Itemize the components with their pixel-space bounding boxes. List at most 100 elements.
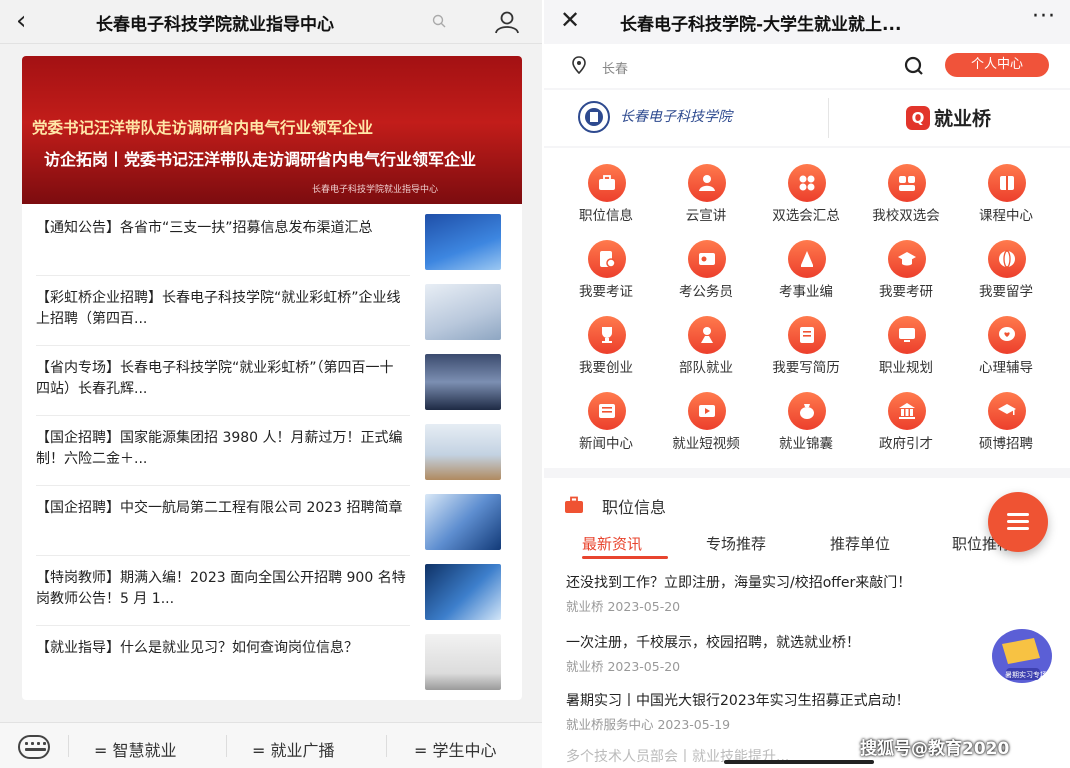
video-icon	[688, 392, 726, 430]
banner-source: 长春电子科技学院就业指导中心	[312, 185, 439, 195]
grid-item-study-abroad[interactable]: 我要留学	[956, 226, 1056, 302]
monitor-icon	[888, 316, 926, 354]
tab-latest-news[interactable]: 最新资讯	[582, 533, 642, 554]
grid-label: 课程中心	[979, 208, 1033, 224]
grid-item-career-plan[interactable]: 职业规划	[856, 302, 956, 378]
briefcase-icon	[588, 164, 626, 202]
people-icon	[888, 164, 926, 202]
book-icon	[988, 164, 1026, 202]
hero-banner[interactable]: 党委书记汪洋带队走访调研省内电气行业领军企业 访企拓岗丨党委书记汪洋带队走访调研…	[22, 56, 522, 204]
left-panel: ‹ 长春电子科技学院就业指导中心 党委书记汪洋带队走访调研省内电气行业领军企业 …	[0, 0, 542, 768]
grid-item-resume[interactable]: 我要写简历	[756, 302, 856, 378]
certificate-icon	[588, 240, 626, 278]
grid-item-government-talent[interactable]: 政府引才	[856, 378, 956, 454]
nav-item-smart-employment[interactable]: = 智慧就业	[94, 737, 177, 761]
school-logo: 长春电子科技学院	[574, 100, 824, 134]
briefcase-icon	[564, 496, 584, 514]
list-item[interactable]: 【就业指导】什么是就业见习？如何查询岗位信息？	[22, 628, 522, 696]
list-item[interactable]: 还没找到工作？立即注册，海量实习/校招offer来敲门！ 就业桥 2023-05…	[544, 570, 1070, 626]
divider	[36, 415, 410, 416]
home-indicator	[724, 760, 874, 764]
close-icon[interactable]: ✕	[560, 6, 580, 34]
grid-label: 考事业编	[779, 284, 833, 300]
divider	[386, 735, 387, 757]
news-card: 党委书记汪洋带队走访调研省内电气行业领军企业 访企拓岗丨党委书记汪洋带队走访调研…	[22, 56, 522, 700]
location-pin-icon[interactable]	[572, 56, 586, 75]
grid-item-news-center[interactable]: 新闻中心	[556, 378, 656, 454]
news-title: 【就业指导】什么是就业见习？如何查询岗位信息？	[36, 640, 358, 656]
page-title: 长春电子科技学院就业指导中心	[96, 15, 334, 35]
grid-item-tips[interactable]: 就业锦囊	[756, 378, 856, 454]
right-title-bar: ✕ 长春电子科技学院-大学生就业就上... ···	[544, 0, 1070, 44]
grid-item-entrepreneurship[interactable]: 我要创业	[556, 302, 656, 378]
school-emblem-icon	[578, 101, 610, 133]
grid-item-job-info[interactable]: 职位信息	[556, 150, 656, 226]
list-item[interactable]: 【国企招聘】国家能源集团招 3980 人！月薪过万！正式编制！六险二金＋...	[22, 418, 522, 486]
grid-item-counseling[interactable]: 心理辅导	[956, 302, 1056, 378]
personal-center-button[interactable]: 个人中心	[945, 53, 1049, 77]
search-icon[interactable]	[904, 56, 924, 76]
item-title: 一次注册，千校展示，校园招聘，就选就业桥！	[566, 635, 860, 651]
grid-label: 我要创业	[579, 360, 633, 376]
grid-item-military[interactable]: 部队就业	[656, 302, 756, 378]
list-item[interactable]: 【特岗教师】期满入编！2023 面向全国公开招聘 900 名特岗教师公告！5 月…	[22, 558, 522, 626]
grid-item-certificate[interactable]: 我要考证	[556, 226, 656, 302]
left-title-bar: ‹ 长春电子科技学院就业指导中心	[0, 0, 542, 44]
grid-label: 双选会汇总	[772, 208, 840, 224]
screenshot: ‹ 长春电子科技学院就业指导中心 党委书记汪洋带队走访调研省内电气行业领军企业 …	[0, 0, 1070, 768]
search-icon[interactable]	[432, 14, 446, 32]
grid-label: 我要留学	[979, 284, 1033, 300]
grid-item-public-institution[interactable]: 考事业编	[756, 226, 856, 302]
news-title: 【特岗教师】期满入编！2023 面向全国公开招聘 900 名特岗教师公告！5 月…	[36, 570, 406, 607]
grid-label: 我要写简历	[772, 360, 840, 376]
bag-icon	[788, 392, 826, 430]
grid-label: 新闻中心	[579, 436, 633, 452]
news-title: 【省内专场】长春电子科技学院“就业彩虹桥”（第四百一十四站）长春孔辉...	[36, 360, 394, 397]
doctor-cap-icon	[988, 392, 1026, 430]
item-title: 暑期实习丨中国光大银行2023年实习生招募正式启动！	[566, 693, 910, 709]
nav-item-student-center[interactable]: = 学生中心	[414, 737, 497, 761]
grid-item-postgraduate[interactable]: 我要考研	[856, 226, 956, 302]
grid-label: 考公务员	[679, 284, 733, 300]
tab-special-recommend[interactable]: 专场推荐	[706, 533, 766, 554]
more-icon[interactable]: ···	[1032, 4, 1056, 29]
nav-item-broadcast[interactable]: = 就业广播	[252, 737, 335, 761]
list-item[interactable]: 【彩虹桥企业招聘】长春电子科技学院“就业彩虹桥”企业线上招聘（第四百...	[22, 278, 522, 346]
right-panel: ✕ 长春电子科技学院-大学生就业就上... ··· 长春 个人中心 长春电子科技…	[544, 0, 1070, 768]
summer-internship-badge[interactable]: 暑期实习专场	[988, 624, 1056, 686]
divider	[828, 98, 829, 138]
menu-fab-button[interactable]	[988, 492, 1048, 552]
grid-item-phd-recruit[interactable]: 硕博招聘	[956, 378, 1056, 454]
divider	[36, 485, 410, 486]
news-thumbnail	[425, 424, 501, 480]
globe-icon	[988, 240, 1026, 278]
item-meta: 就业桥 2023-05-20	[566, 659, 681, 674]
grid-item-courses[interactable]: 课程中心	[956, 150, 1056, 226]
list-item[interactable]: 【国企招聘】中交一航局第二工程有限公司 2023 招聘简章	[22, 488, 522, 556]
grid-label: 职业规划	[879, 360, 933, 376]
news-title: 【彩虹桥企业招聘】长春电子科技学院“就业彩虹桥”企业线上招聘（第四百...	[36, 290, 401, 327]
back-icon[interactable]: ‹	[16, 8, 26, 34]
grid-item-short-video[interactable]: 就业短视频	[656, 378, 756, 454]
id-card-icon	[688, 240, 726, 278]
brand-name: 就业桥	[934, 108, 992, 130]
news-thumbnail	[425, 354, 501, 410]
city-selector[interactable]: 长春	[602, 58, 628, 77]
grid-item-job-fairs[interactable]: 双选会汇总	[756, 150, 856, 226]
divider	[36, 555, 410, 556]
tab-recommended-units[interactable]: 推荐单位	[830, 533, 890, 554]
brand-mark-icon: Q	[906, 106, 930, 130]
list-item[interactable]: 【省内专场】长春电子科技学院“就业彩虹桥”（第四百一十四站）长春孔辉...	[22, 348, 522, 416]
bottom-nav: = 智慧就业 = 就业广播 = 学生中心	[0, 722, 542, 768]
grid-item-civil-service[interactable]: 考公务员	[656, 226, 756, 302]
keyboard-icon[interactable]	[18, 735, 50, 759]
grid-item-cloud-talk[interactable]: 云宣讲	[656, 150, 756, 226]
grid-item-campus-fair[interactable]: 我校双选会	[856, 150, 956, 226]
list-item[interactable]: 【通知公告】各省市“三支一扶”招募信息发布渠道汇总	[22, 208, 522, 276]
grid-label: 就业短视频	[672, 436, 740, 452]
page-title: 长春电子科技学院-大学生就业就上...	[620, 15, 902, 35]
active-tab-indicator	[582, 556, 668, 559]
user-icon[interactable]	[494, 10, 520, 34]
news-thumbnail	[425, 564, 501, 620]
item-meta: 就业桥 2023-05-20	[566, 599, 681, 614]
